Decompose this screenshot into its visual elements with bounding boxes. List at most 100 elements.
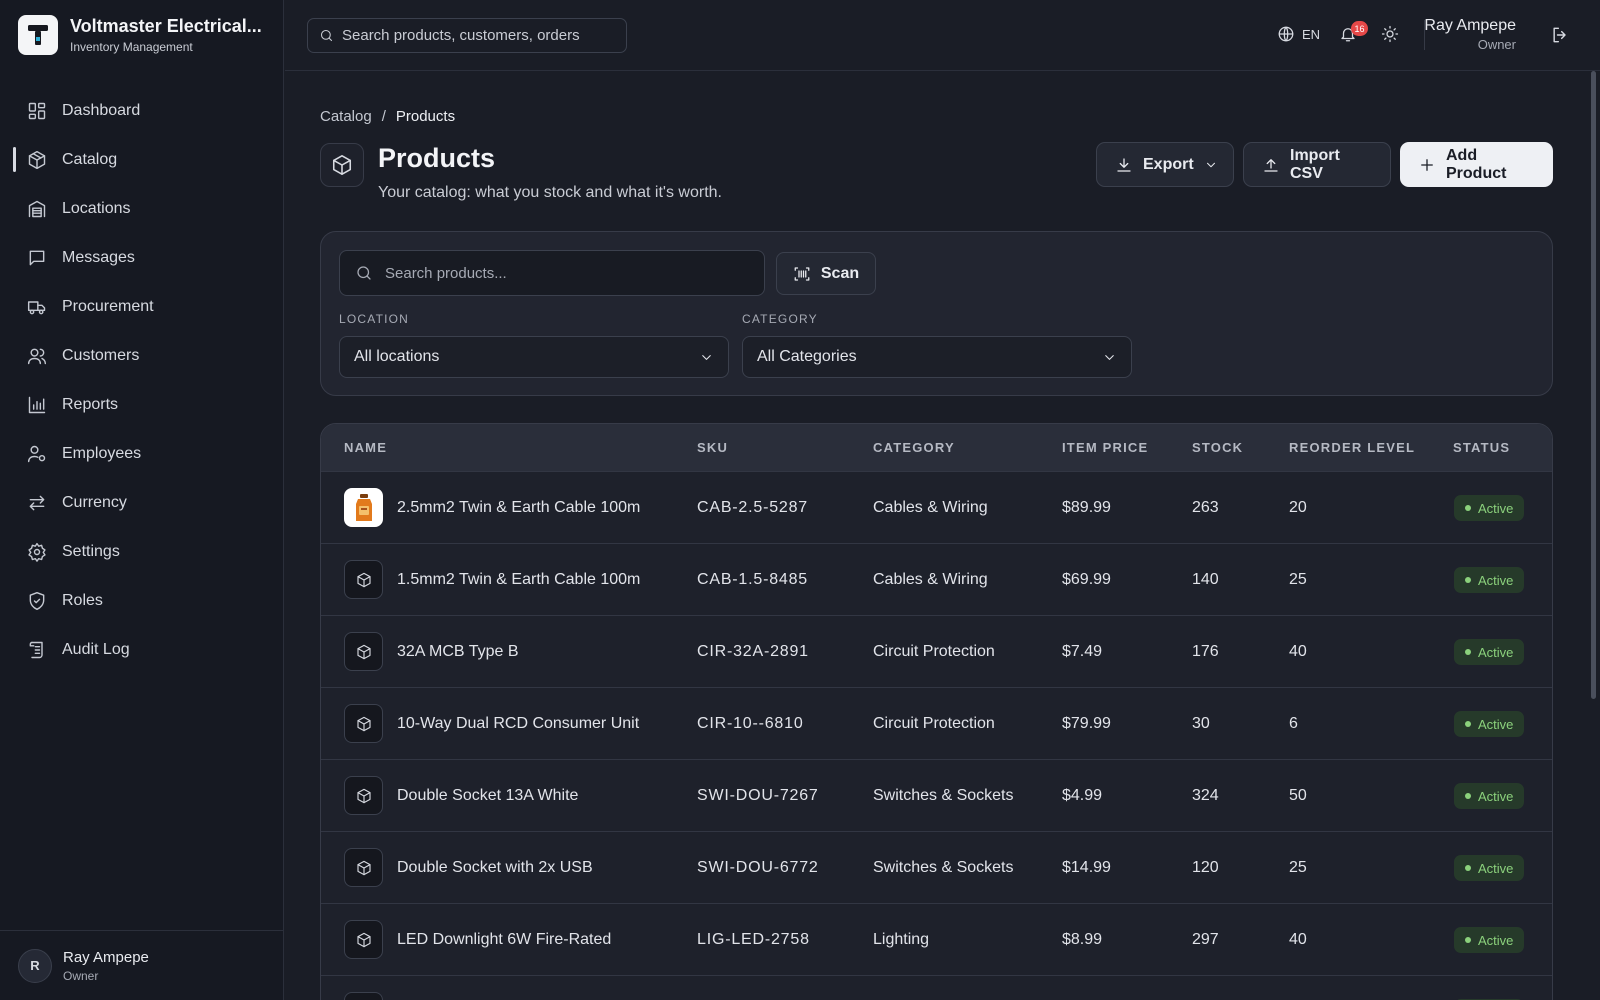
sidebar-item-reports[interactable]: Reports	[0, 380, 284, 429]
breadcrumb-current: Products	[395, 108, 456, 125]
theme-toggle[interactable]	[1381, 25, 1399, 43]
cell-sku: CIR-32A-2891	[697, 643, 809, 660]
sidebar-nav: Dashboard Catalog Locations Messages Pro…	[0, 86, 284, 674]
scan-button[interactable]: Scan	[776, 252, 876, 295]
cell-sku: LIG-LED-2758	[697, 931, 810, 948]
cell-name: 10-Way Dual RCD Consumer Unit	[397, 715, 640, 732]
status-badge: Active	[1454, 927, 1525, 953]
notifications-button[interactable]: 16	[1339, 21, 1368, 43]
download-icon	[1115, 156, 1133, 174]
language-switcher[interactable]: EN	[1277, 25, 1320, 43]
global-search-input[interactable]	[342, 27, 612, 44]
chevron-down-icon	[1204, 158, 1218, 172]
column-header-item-price[interactable]: ITEM PRICE	[1062, 440, 1148, 455]
column-header-status[interactable]: STATUS	[1453, 440, 1510, 455]
import-csv-button[interactable]: Import CSV	[1243, 142, 1391, 187]
sidebar-item-settings[interactable]: Settings	[0, 527, 284, 576]
table-row[interactable]: LED Downlight 6W Fire-Rated LIG-LED-2758…	[321, 903, 1552, 975]
table-row[interactable]: 1.5mm2 Twin & Earth Cable 100m CAB-1.5-8…	[321, 543, 1552, 615]
sidebar-item-label: Messages	[62, 248, 135, 266]
breadcrumb-catalog[interactable]: Catalog	[320, 108, 372, 125]
language-label: EN	[1302, 26, 1321, 42]
status-label: Active	[1478, 716, 1514, 732]
category-select[interactable]: All Categories	[742, 336, 1132, 378]
status-dot	[1465, 577, 1471, 583]
export-button[interactable]: Export	[1096, 142, 1234, 187]
location-select[interactable]: All locations	[339, 336, 729, 378]
sidebar-item-label: Audit Log	[62, 640, 130, 658]
cell-sku: CAB-2.5-5287	[697, 499, 808, 516]
cell-category: Cables & Wiring	[873, 571, 988, 588]
sidebar-item-locations[interactable]: Locations	[0, 184, 284, 233]
sidebar-item-audit-log[interactable]: Audit Log	[0, 625, 284, 674]
sidebar-item-messages[interactable]: Messages	[0, 233, 284, 282]
cell-reorder-level: 20	[1289, 499, 1307, 516]
warehouse-icon	[27, 199, 47, 219]
brand[interactable]: Voltmaster Electrical... Inventory Manag…	[18, 15, 266, 55]
cell-name: LED Downlight 6W Fire-Rated	[397, 931, 612, 948]
sidebar-item-procurement[interactable]: Procurement	[0, 282, 284, 331]
product-search[interactable]	[339, 250, 765, 296]
status-dot	[1465, 793, 1471, 799]
column-header-reorder-level[interactable]: REORDER LEVEL	[1289, 440, 1415, 455]
add-product-button[interactable]: Add Product	[1400, 142, 1553, 187]
sidebar-user-role: Owner	[63, 968, 99, 983]
table-header: NAME SKU CATEGORY ITEM PRICE STOCK REORD…	[321, 424, 1552, 471]
product-photo	[344, 488, 383, 527]
chevron-down-icon	[699, 350, 714, 365]
cell-reorder-level: 25	[1289, 859, 1307, 876]
cell-stock: 120	[1192, 859, 1219, 876]
page-title: Products	[378, 143, 496, 173]
sidebar-user-name: Ray Ampepe	[63, 948, 149, 966]
cell-stock: 140	[1192, 571, 1219, 588]
table-row[interactable]: 2.5mm2 Twin & Earth Cable 100m CAB-2.5-5…	[321, 471, 1552, 543]
bar-chart-icon	[27, 395, 47, 415]
sidebar-item-label: Reports	[62, 395, 119, 413]
breadcrumb-separator: /	[381, 108, 386, 125]
table-row[interactable]: 32A MCB Type B CIR-32A-2891 Circuit Prot…	[321, 615, 1552, 687]
plus-icon	[1418, 156, 1436, 174]
topbar-user[interactable]: Ray Ampepe Owner	[1424, 17, 1516, 52]
sidebar-item-label: Currency	[62, 493, 127, 511]
cell-sku: SWI-DOU-7267	[697, 787, 819, 804]
column-header-name[interactable]: NAME	[344, 440, 387, 455]
global-search[interactable]	[307, 18, 627, 53]
sidebar-user[interactable]: R Ray Ampepe Owner	[0, 930, 284, 1000]
sidebar-item-employees[interactable]: Employees	[0, 429, 284, 478]
cell-category: Cables & Wiring	[873, 499, 988, 516]
table-row[interactable]: 10-Way Dual RCD Consumer Unit CIR-10--68…	[321, 687, 1552, 759]
cell-reorder-level: 50	[1289, 787, 1307, 804]
page-subtitle: Your catalog: what you stock and what it…	[378, 184, 722, 201]
status-badge: Active	[1454, 495, 1525, 521]
sidebar-item-customers[interactable]: Customers	[0, 331, 284, 380]
cell-name: 1.5mm2 Twin & Earth Cable 100m	[397, 571, 641, 588]
table-row[interactable]: Double Socket 13A White SWI-DOU-7267 Swi…	[321, 759, 1552, 831]
logout-button[interactable]	[1550, 25, 1570, 45]
status-label: Active	[1478, 788, 1514, 804]
sidebar-item-label: Settings	[62, 542, 120, 560]
category-label: CATEGORY	[742, 312, 818, 326]
product-search-input[interactable]	[385, 264, 745, 282]
gear-icon	[27, 542, 47, 562]
sidebar-item-currency[interactable]: Currency	[0, 478, 284, 527]
sidebar-item-dashboard[interactable]: Dashboard	[0, 86, 284, 135]
table-row[interactable]: Double Socket with 2x USB SWI-DOU-6772 S…	[321, 831, 1552, 903]
box-icon	[320, 143, 364, 187]
cell-sku: CIR-10--6810	[697, 715, 804, 732]
status-label: Active	[1478, 932, 1514, 948]
table-row[interactable]: Active	[321, 975, 1552, 1000]
cell-name: 2.5mm2 Twin & Earth Cable 100m	[397, 499, 641, 516]
sidebar-item-roles[interactable]: Roles	[0, 576, 284, 625]
cell-item-price: $14.99	[1062, 859, 1111, 876]
column-header-sku[interactable]: SKU	[697, 440, 728, 455]
message-icon	[27, 248, 47, 268]
column-header-stock[interactable]: STOCK	[1192, 440, 1243, 455]
location-value: All locations	[354, 348, 440, 365]
sidebar-item-catalog[interactable]: Catalog	[0, 135, 284, 184]
sidebar-item-label: Catalog	[62, 150, 118, 168]
scrollbar[interactable]	[1591, 71, 1596, 699]
barcode-scan-icon	[793, 265, 811, 283]
column-header-category[interactable]: CATEGORY	[873, 440, 955, 455]
sidebar: Voltmaster Electrical... Inventory Manag…	[0, 0, 284, 1000]
status-badge: Active	[1454, 639, 1525, 665]
